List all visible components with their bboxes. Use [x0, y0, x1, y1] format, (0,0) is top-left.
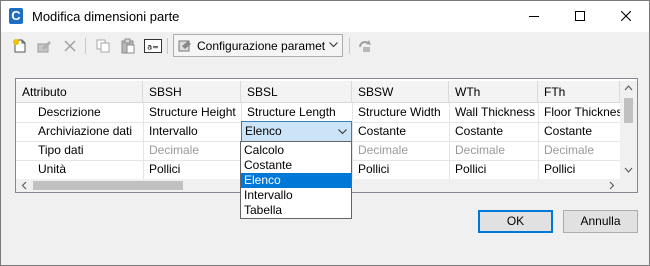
window-title: Modifica dimensioni parte: [32, 9, 180, 24]
grid-cell[interactable]: Decimale: [449, 141, 538, 160]
toolbar-separator: [167, 38, 168, 54]
grid-cell[interactable]: Costante: [538, 122, 620, 141]
new-icon: [13, 39, 26, 53]
rename-parameter-button[interactable]: a=: [142, 36, 162, 56]
settings-icon: [178, 40, 191, 52]
option-elenco[interactable]: Elenco: [241, 173, 351, 188]
refresh-button[interactable]: [355, 36, 375, 56]
copy-button[interactable]: [93, 36, 113, 56]
close-button[interactable]: [603, 1, 649, 32]
toolbar-separator: [349, 38, 350, 54]
paste-button[interactable]: [118, 36, 138, 56]
grid-cell[interactable]: Pollici: [352, 160, 449, 179]
column-header[interactable]: Attributo: [16, 81, 143, 103]
scrollbar-corner: [620, 179, 637, 192]
option-costante[interactable]: Costante: [241, 158, 351, 173]
dialog-window: C Modifica dimensioni parte a= Configura…: [0, 0, 650, 266]
vertical-scrollbar[interactable]: [620, 81, 637, 179]
row-label: Descrizione: [38, 105, 101, 119]
scroll-right-icon[interactable]: [604, 179, 618, 192]
data-storage-options-list: Calcolo Costante Elenco Intervallo Tabel…: [240, 141, 352, 219]
grid-cell[interactable]: Pollici: [449, 160, 538, 179]
delete-button[interactable]: [60, 36, 80, 56]
svg-text:a=: a=: [147, 43, 159, 52]
option-intervallo[interactable]: Intervallo: [241, 188, 351, 203]
vertical-scroll-thumb[interactable]: [624, 98, 633, 123]
grid-cell[interactable]: Wall Thickness: [449, 103, 538, 122]
toolbar-separator: [85, 38, 86, 54]
edit-icon: [37, 41, 51, 53]
horizontal-scroll-thumb[interactable]: [33, 181, 183, 190]
configuration-dropdown[interactable]: Configurazione paramet: [173, 34, 343, 57]
copy-icon: [96, 39, 110, 53]
minimize-icon: [529, 16, 539, 17]
minimize-button[interactable]: [511, 1, 557, 32]
row-label: Tipo dati: [38, 143, 84, 157]
grid-cell[interactable]: Pollici: [538, 160, 620, 179]
column-header[interactable]: FTh: [538, 81, 620, 103]
maximize-icon: [575, 11, 585, 21]
row-label: Archiviazione dati: [38, 124, 133, 138]
column-header[interactable]: SBSL: [241, 81, 352, 103]
cancel-button[interactable]: Annulla: [563, 210, 638, 233]
scroll-down-icon[interactable]: [620, 163, 637, 177]
toolbar: a= Configurazione paramet: [1, 32, 649, 60]
close-icon: [621, 11, 631, 21]
rename-parameter-icon: a=: [144, 39, 162, 53]
grid-cell[interactable]: Pollici: [143, 160, 241, 179]
scroll-left-icon[interactable]: [18, 179, 32, 192]
grid-cell[interactable]: Intervallo: [143, 122, 241, 141]
row-label: Unità: [38, 162, 67, 176]
maximize-button[interactable]: [557, 1, 603, 32]
grid-cell[interactable]: Structure Width: [352, 103, 449, 122]
refresh-icon: [359, 40, 371, 52]
ok-button[interactable]: OK: [478, 210, 553, 233]
paste-icon: [121, 38, 135, 54]
option-calcolo[interactable]: Calcolo: [241, 143, 351, 158]
delete-icon: [64, 40, 76, 52]
chevron-down-icon: [329, 42, 338, 48]
chevron-down-icon: [338, 129, 347, 135]
column-header[interactable]: SBSH: [143, 81, 241, 103]
column-header[interactable]: WTh: [449, 81, 538, 103]
grid-cell[interactable]: Structure Length: [241, 103, 352, 122]
title-bar: C Modifica dimensioni parte: [1, 1, 649, 32]
app-icon: C: [9, 8, 23, 24]
grid-cell[interactable]: Decimale: [143, 141, 241, 160]
data-storage-combo[interactable]: Elenco: [241, 121, 352, 142]
configuration-label: Configurazione paramet: [197, 39, 326, 53]
grid-cell[interactable]: Decimale: [352, 141, 449, 160]
grid-cell[interactable]: Structure Height: [143, 103, 241, 122]
option-tabella[interactable]: Tabella: [241, 203, 351, 218]
edit-button[interactable]: [34, 36, 54, 56]
grid-cell[interactable]: Decimale: [538, 141, 620, 160]
grid-cell[interactable]: Costante: [352, 122, 449, 141]
new-parameter-button[interactable]: [10, 36, 30, 56]
data-storage-value: Elenco: [245, 124, 282, 138]
grid-cell[interactable]: Floor Thicknes: [538, 103, 620, 122]
scroll-up-icon[interactable]: [620, 81, 637, 95]
grid-cell[interactable]: Costante: [449, 122, 538, 141]
column-header[interactable]: SBSW: [352, 81, 449, 103]
